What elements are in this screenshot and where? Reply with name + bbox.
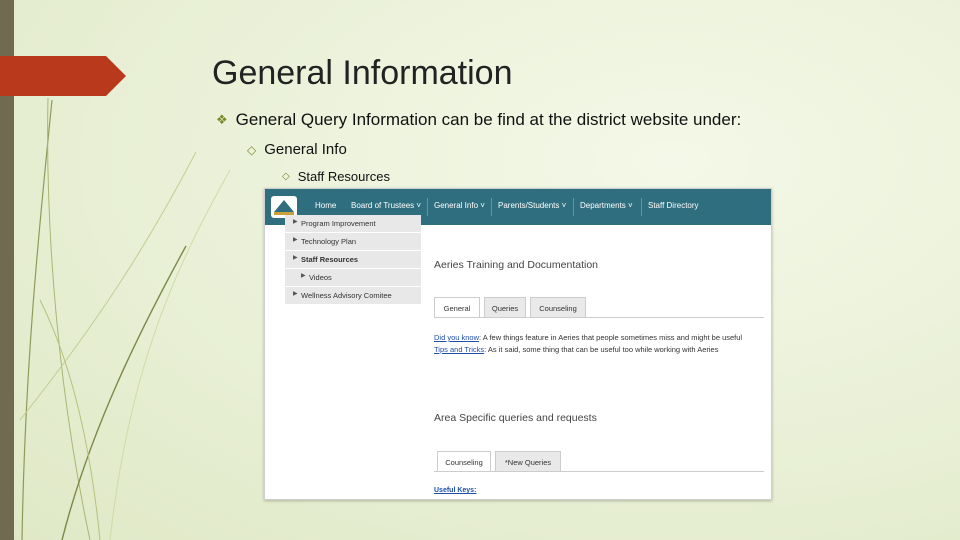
hollow-diamond-icon: ◇: [282, 171, 290, 182]
did-you-know-text: : A few things feature in Aeries that pe…: [479, 333, 743, 342]
nav-divider: [427, 198, 428, 216]
section-heading-training: Aeries Training and Documentation: [434, 259, 599, 271]
did-you-know-link[interactable]: Did you know: [434, 333, 479, 342]
bullet-level-1: ❖ General Query Information can be find …: [216, 110, 741, 130]
slide-title: General Information: [212, 54, 513, 92]
bullet-level-3: ◇ Staff Resources: [282, 169, 390, 184]
sidebar-item-program-improvement[interactable]: ▶ Program Improvement: [285, 215, 421, 233]
tab-counseling[interactable]: Counseling: [530, 297, 586, 318]
tab-counseling-2[interactable]: Counseling: [437, 451, 491, 472]
tips-and-tricks-link[interactable]: Tips and Tricks: [434, 345, 484, 354]
tab-general[interactable]: General: [434, 297, 480, 318]
tab-underline: [434, 471, 764, 472]
hollow-diamond-icon: ◇: [247, 142, 257, 157]
caret-right-icon: ▶: [293, 255, 298, 261]
caret-right-icon: ▶: [293, 237, 298, 243]
tab-queries[interactable]: Queries: [484, 297, 526, 318]
did-you-know-line: Did you know: A few things feature in Ae…: [434, 333, 742, 342]
nav-divider: [641, 198, 642, 216]
sidebar-item-staff-resources[interactable]: ▶ Staff Resources: [285, 251, 421, 269]
tab-new-queries[interactable]: *New Queries: [495, 451, 561, 472]
bullet-level-2: ◇ General Info: [247, 141, 347, 158]
sidebar-item-wellness-advisory[interactable]: ▶ Wellness Advisory Comitee: [285, 287, 421, 305]
bullet-level-2-text: General Info: [264, 141, 347, 158]
bullet-level-3-text: Staff Resources: [297, 169, 390, 184]
sidebar-menu: ▶ Program Improvement ▶ Technology Plan …: [285, 215, 421, 305]
nav-departments[interactable]: Departments ˅: [580, 201, 633, 210]
tips-line: Tips and Tricks: As it said, some thing …: [434, 345, 718, 354]
nav-home[interactable]: Home: [315, 201, 336, 210]
sidebar-item-videos[interactable]: ▶ Videos: [285, 269, 421, 287]
website-screenshot: Home Board of Trustees ˅ General Info ˅ …: [264, 188, 772, 500]
sidebar-item-technology-plan[interactable]: ▶ Technology Plan: [285, 233, 421, 251]
nav-staff-directory[interactable]: Staff Directory: [648, 201, 699, 210]
title-accent-tab: [0, 56, 126, 96]
nav-parents-students[interactable]: Parents/Students ˅: [498, 201, 566, 210]
nav-divider: [491, 198, 492, 216]
caret-right-icon: ▶: [293, 219, 298, 225]
bullet-level-1-text: General Query Information can be find at…: [235, 110, 742, 129]
section-heading-area-specific: Area Specific queries and requests: [434, 412, 597, 424]
diamond-bullet-icon: ❖: [216, 112, 228, 127]
useful-keys-link[interactable]: Useful Keys:: [434, 487, 476, 494]
nav-general-info[interactable]: General Info ˅: [434, 201, 485, 210]
caret-right-icon: ▶: [293, 291, 298, 297]
caret-right-icon: ▶: [301, 273, 306, 279]
nav-divider: [573, 198, 574, 216]
tips-text: : As it said, some thing that can be use…: [484, 345, 719, 354]
tab-underline: [434, 317, 764, 318]
nav-board-of-trustees[interactable]: Board of Trustees ˅: [351, 201, 421, 210]
